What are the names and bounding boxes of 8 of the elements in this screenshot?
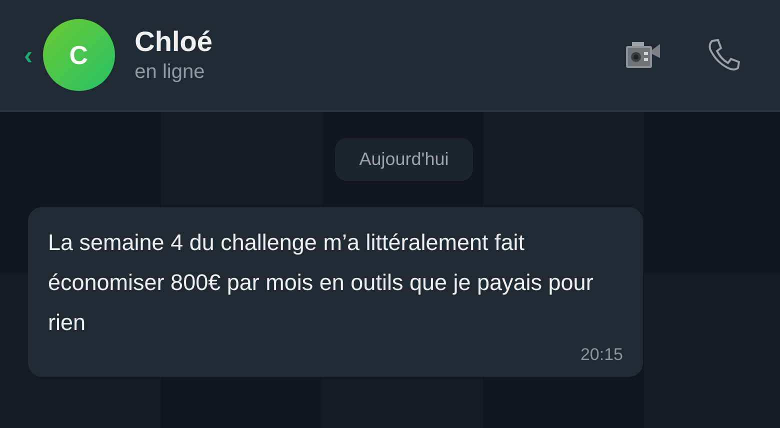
phone-icon[interactable] — [706, 37, 742, 73]
back-button[interactable]: ‹ — [20, 42, 37, 68]
message-text: La semaine 4 du challenge m’a littéralement fait économiser 800€ par mois en outils que je payais pour rien — [48, 229, 594, 337]
contact-name: Chloé — [134, 25, 214, 59]
contact-avatar: C — [42, 19, 115, 91]
contact-status: en ligne — [134, 60, 206, 85]
date-separator: Aujourd'hui — [335, 138, 473, 181]
message-time: 20:15 — [580, 345, 623, 365]
